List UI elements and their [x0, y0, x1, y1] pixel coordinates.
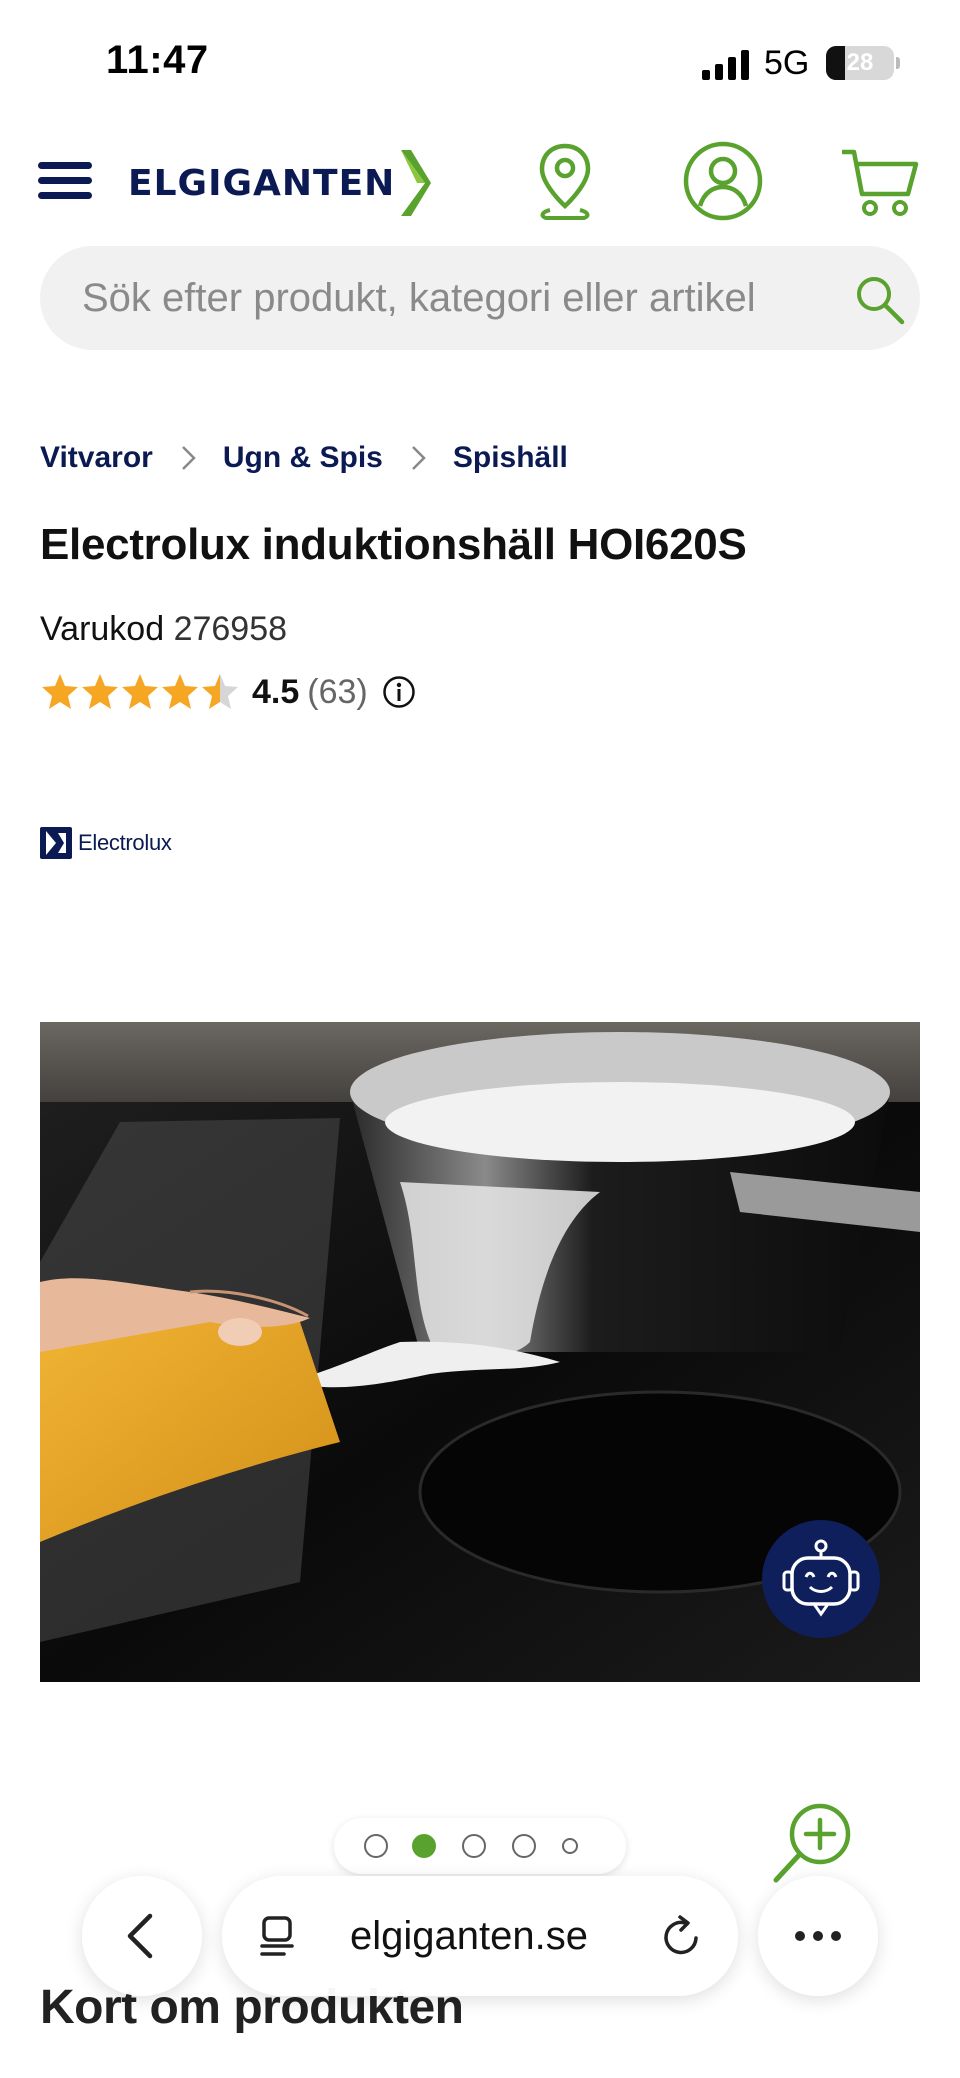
search-icon[interactable] — [852, 272, 908, 328]
robot-icon — [782, 1539, 860, 1617]
carousel-dot[interactable] — [562, 1838, 578, 1854]
tab-overview-icon[interactable] — [256, 1914, 300, 1958]
cellular-signal-icon — [702, 50, 749, 80]
logo-text: ELGIGANTEN — [128, 162, 396, 204]
cart-icon[interactable] — [838, 144, 922, 222]
brand-logo[interactable]: Electrolux — [40, 826, 172, 860]
chevron-right-icon — [411, 446, 426, 470]
network-type: 5G — [764, 44, 810, 82]
star-icon — [42, 674, 78, 709]
chatbot-button[interactable] — [762, 1520, 880, 1638]
product-rating[interactable]: 4.5 (63) — [40, 668, 416, 716]
status-time: 11:47 — [106, 38, 209, 82]
status-bar: 11:47 5G 28 — [0, 0, 960, 120]
zoom-in-icon[interactable] — [768, 1798, 858, 1888]
site-header: ELGIGANTEN — [0, 130, 960, 230]
more-icon — [795, 1931, 841, 1941]
star-icon — [162, 674, 198, 709]
search-bar — [40, 246, 920, 350]
info-icon[interactable] — [382, 675, 416, 709]
brand-name: Electrolux — [78, 830, 172, 855]
battery-nub — [896, 57, 900, 69]
chevron-right-icon — [181, 446, 196, 470]
search-input[interactable] — [82, 246, 842, 350]
rating-value: 4.5 — [252, 672, 300, 711]
browser-address-bar[interactable]: elgiganten.se — [222, 1876, 738, 1996]
url-text: elgiganten.se — [350, 1914, 588, 1958]
star-icon — [82, 674, 118, 709]
reload-icon[interactable] — [658, 1914, 704, 1960]
chevron-left-icon — [127, 1913, 153, 1959]
star-icon — [202, 674, 238, 709]
product-sku: Varukod 276958 — [40, 610, 287, 649]
browser-back-button[interactable] — [82, 1876, 202, 1996]
breadcrumb-item-vitvaror[interactable]: Vitvaror — [40, 441, 153, 475]
carousel-dot[interactable] — [462, 1834, 486, 1858]
browser-more-button[interactable] — [758, 1876, 878, 1996]
menu-icon[interactable] — [38, 162, 92, 200]
account-icon[interactable] — [682, 140, 764, 222]
electrolux-logo-icon — [40, 827, 72, 859]
store-location-icon[interactable] — [532, 140, 598, 222]
carousel-dot[interactable] — [512, 1834, 536, 1858]
sku-value: 276958 — [173, 610, 288, 648]
star-icon — [122, 674, 158, 709]
rating-stars — [40, 672, 240, 712]
breadcrumb-item-spishall[interactable]: Spishäll — [453, 441, 568, 475]
site-logo[interactable]: ELGIGANTEN — [128, 148, 432, 218]
product-title: Electrolux induktionshäll HOI620S — [40, 520, 747, 569]
breadcrumb: Vitvaror Ugn & Spis Spishäll — [40, 436, 568, 480]
sku-label: Varukod — [40, 610, 165, 648]
breadcrumb-item-ugn-spis[interactable]: Ugn & Spis — [223, 441, 383, 475]
logo-chevron-icon — [401, 150, 432, 216]
rating-count: (63) — [307, 672, 368, 711]
carousel-dot[interactable] — [412, 1834, 436, 1858]
carousel-indicator — [334, 1818, 626, 1874]
battery-icon: 28 — [826, 46, 894, 80]
carousel-dot[interactable] — [364, 1834, 388, 1858]
